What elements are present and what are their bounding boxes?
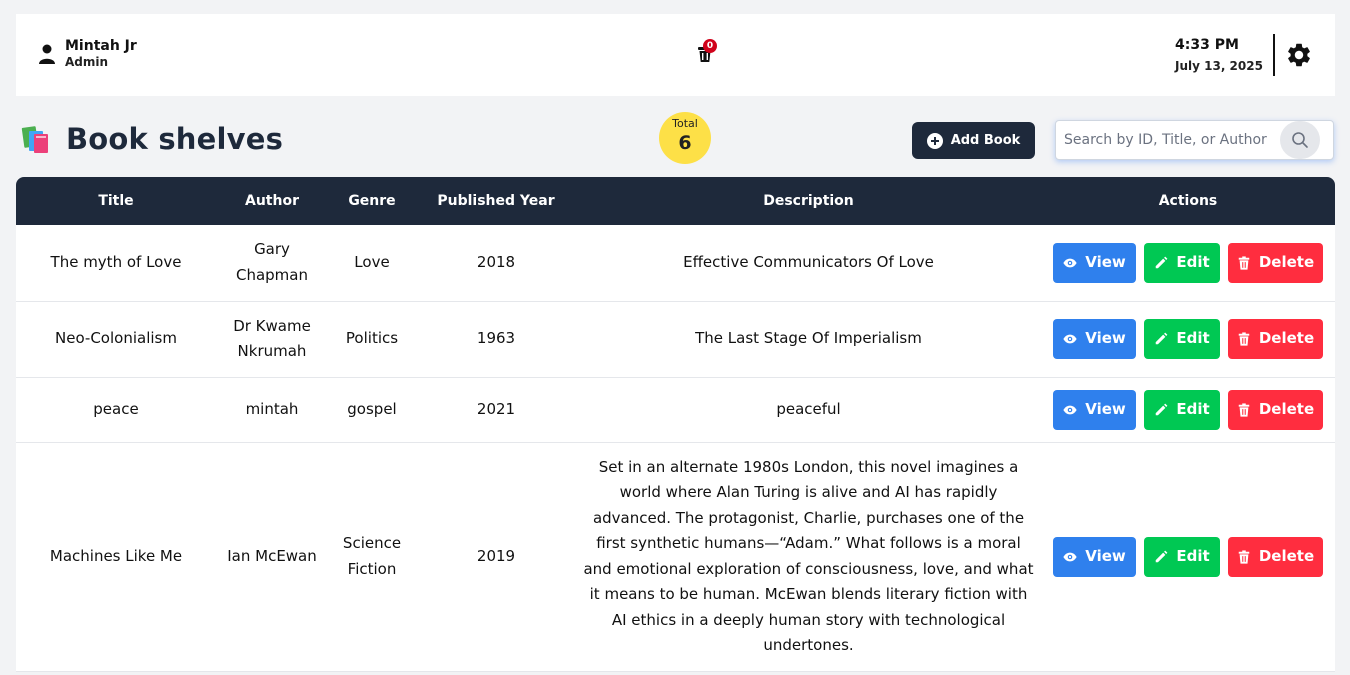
view-button[interactable]: View	[1053, 242, 1136, 283]
pencil-icon	[1156, 550, 1168, 562]
edit-button[interactable]: Edit	[1144, 536, 1220, 577]
trash-can-icon	[1238, 402, 1250, 417]
header-actions: Actions	[1041, 177, 1335, 225]
cell-description: Set in an alternate 1980s London, this n…	[576, 442, 1041, 672]
trash-can-icon	[1238, 549, 1250, 564]
cell-actions: View Edit Delete	[1041, 377, 1335, 443]
edit-button[interactable]: Edit	[1144, 319, 1220, 359]
total-label: Total	[672, 117, 698, 130]
table-header-row: Title Author Genre Published Year Descri…	[16, 177, 1335, 225]
delete-label: Delete	[1258, 329, 1315, 348]
add-book-label: Add Book	[950, 133, 1021, 148]
total-badge: Total 6	[659, 112, 711, 164]
table-row: Machines Like Me Ian McEwan Science Fict…	[16, 442, 1335, 672]
cell-actions: View Edit Delete	[1041, 301, 1335, 378]
eye-icon	[1063, 334, 1077, 344]
cell-actions: View Edit Delete	[1041, 442, 1335, 672]
cell-title: Neo-Colonialism	[16, 301, 216, 378]
edit-label: Edit	[1176, 399, 1210, 418]
cell-actions: View Edit Delete	[1041, 225, 1335, 302]
cell-genre: gospel	[328, 377, 416, 443]
view-button[interactable]: View	[1053, 389, 1136, 430]
user-role: Admin	[65, 55, 109, 69]
header-published-year[interactable]: Published Year	[416, 177, 576, 225]
plus-circle-icon	[926, 132, 943, 149]
search-input[interactable]	[1064, 129, 1279, 151]
cell-author: mintah	[216, 377, 328, 443]
add-book-button[interactable]: Add Book	[912, 122, 1035, 159]
delete-button[interactable]: Delete	[1228, 319, 1323, 359]
edit-label: Edit	[1176, 329, 1210, 348]
table-row: peace mintah gospel 2021 peaceful View E…	[16, 377, 1335, 443]
edit-button[interactable]: Edit	[1144, 389, 1220, 430]
table-row: The myth of Love Gary Chapman Love 2018 …	[16, 225, 1335, 302]
top-bar: Mintah Jr Admin 0 4:33 PM July 13, 2025	[16, 14, 1335, 96]
delete-button[interactable]: Delete	[1228, 389, 1323, 430]
cell-author: Gary Chapman	[216, 225, 328, 302]
delete-label: Delete	[1258, 253, 1315, 271]
books-icon	[21, 126, 48, 153]
view-label: View	[1085, 329, 1126, 348]
cell-author: Ian McEwan	[216, 442, 328, 672]
trash-button[interactable]: 0	[697, 39, 717, 67]
cell-year: 2021	[416, 377, 576, 443]
view-label: View	[1085, 253, 1126, 271]
user-icon	[39, 44, 55, 64]
user-profile[interactable]: Mintah Jr Admin	[38, 38, 137, 69]
cell-year: 2019	[416, 442, 576, 672]
header-author[interactable]: Author	[216, 177, 328, 225]
clock-time: 4:33 PM	[1175, 37, 1239, 53]
cell-title: Machines Like Me	[16, 442, 216, 672]
clock: 4:33 PM July 13, 2025	[1175, 36, 1263, 75]
divider	[1273, 34, 1275, 76]
search-button[interactable]	[1280, 121, 1320, 159]
search-box	[1055, 120, 1334, 160]
cell-title: The myth of Love	[16, 225, 216, 302]
header-title[interactable]: Title	[16, 177, 216, 225]
delete-label: Delete	[1258, 546, 1315, 565]
pencil-icon	[1156, 403, 1168, 415]
delete-button[interactable]: Delete	[1228, 242, 1323, 283]
edit-button[interactable]: Edit	[1144, 242, 1220, 283]
cell-year: 2018	[416, 225, 576, 302]
cell-title: peace	[16, 377, 216, 443]
edit-label: Edit	[1176, 546, 1210, 565]
cell-description: Effective Communicators Of Love	[576, 225, 1041, 302]
cell-genre: Love	[328, 225, 416, 302]
view-button[interactable]: View	[1053, 536, 1136, 577]
header-description: Description	[576, 177, 1041, 225]
total-value: 6	[678, 132, 692, 154]
eye-icon	[1063, 258, 1077, 268]
trash-count-badge: 0	[703, 39, 717, 53]
delete-button[interactable]: Delete	[1228, 536, 1323, 577]
books-table: Title Author Genre Published Year Descri…	[16, 177, 1335, 675]
user-name: Mintah Jr	[65, 38, 137, 54]
gear-icon[interactable]	[1285, 41, 1313, 69]
header-genre[interactable]: Genre	[328, 177, 416, 225]
view-button[interactable]: View	[1053, 319, 1136, 359]
cell-description: peaceful	[576, 377, 1041, 443]
trash-can-icon	[1238, 332, 1250, 346]
search-icon	[1292, 132, 1308, 148]
page-title: Book shelves	[66, 122, 284, 156]
cell-genre: Science Fiction	[328, 442, 416, 672]
view-label: View	[1085, 546, 1126, 565]
delete-label: Delete	[1258, 399, 1315, 418]
table-row: Neo-Colonialism Dr Kwame Nkrumah Politic…	[16, 301, 1335, 378]
eye-icon	[1063, 552, 1077, 561]
view-label: View	[1085, 399, 1126, 418]
eye-icon	[1063, 405, 1077, 414]
cell-year: 1963	[416, 301, 576, 378]
cell-author: Dr Kwame Nkrumah	[216, 301, 328, 378]
cell-genre: Politics	[328, 301, 416, 378]
pencil-icon	[1156, 256, 1168, 268]
edit-label: Edit	[1176, 253, 1210, 271]
clock-date: July 13, 2025	[1175, 59, 1263, 73]
cell-description: The Last Stage Of Imperialism	[576, 301, 1041, 378]
trash-can-icon	[1238, 256, 1250, 270]
pencil-icon	[1156, 332, 1168, 345]
page-header: Book shelves	[20, 122, 283, 156]
